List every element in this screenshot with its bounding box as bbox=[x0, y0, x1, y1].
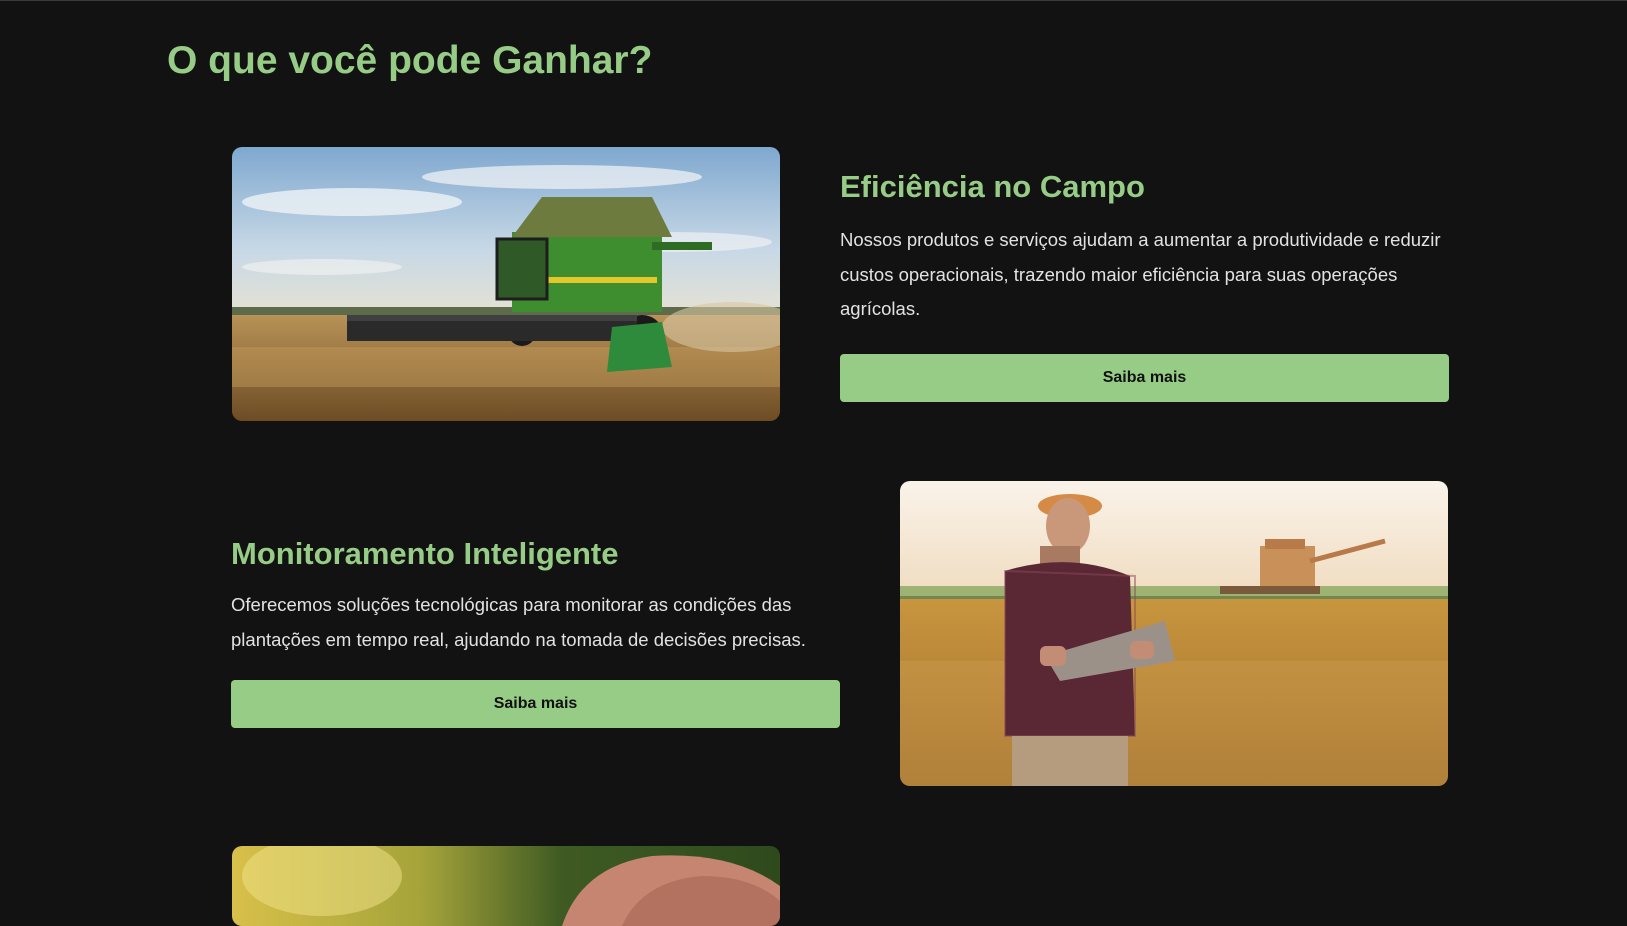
saiba-mais-button[interactable]: Saiba mais bbox=[231, 680, 840, 728]
card-description: Nossos produtos e serviços ajudam a aume… bbox=[840, 229, 1441, 319]
card-description: Oferecemos soluções tecnológicas para mo… bbox=[231, 594, 806, 650]
hand-with-grain-image bbox=[232, 846, 780, 926]
card-monitoring: Monitoramento Inteligente Oferecemos sol… bbox=[231, 536, 840, 728]
card-title: Monitoramento Inteligente bbox=[231, 536, 619, 571]
card-title: Eficiência no Campo bbox=[840, 169, 1145, 204]
farmer-with-laptop-image bbox=[900, 481, 1448, 786]
combine-harvester-image bbox=[232, 147, 780, 421]
section-title: O que você pode Ganhar? bbox=[167, 39, 653, 82]
saiba-mais-button[interactable]: Saiba mais bbox=[840, 353, 1449, 402]
card-efficiency: Eficiência no Campo Nossos produtos e se… bbox=[840, 169, 1449, 402]
